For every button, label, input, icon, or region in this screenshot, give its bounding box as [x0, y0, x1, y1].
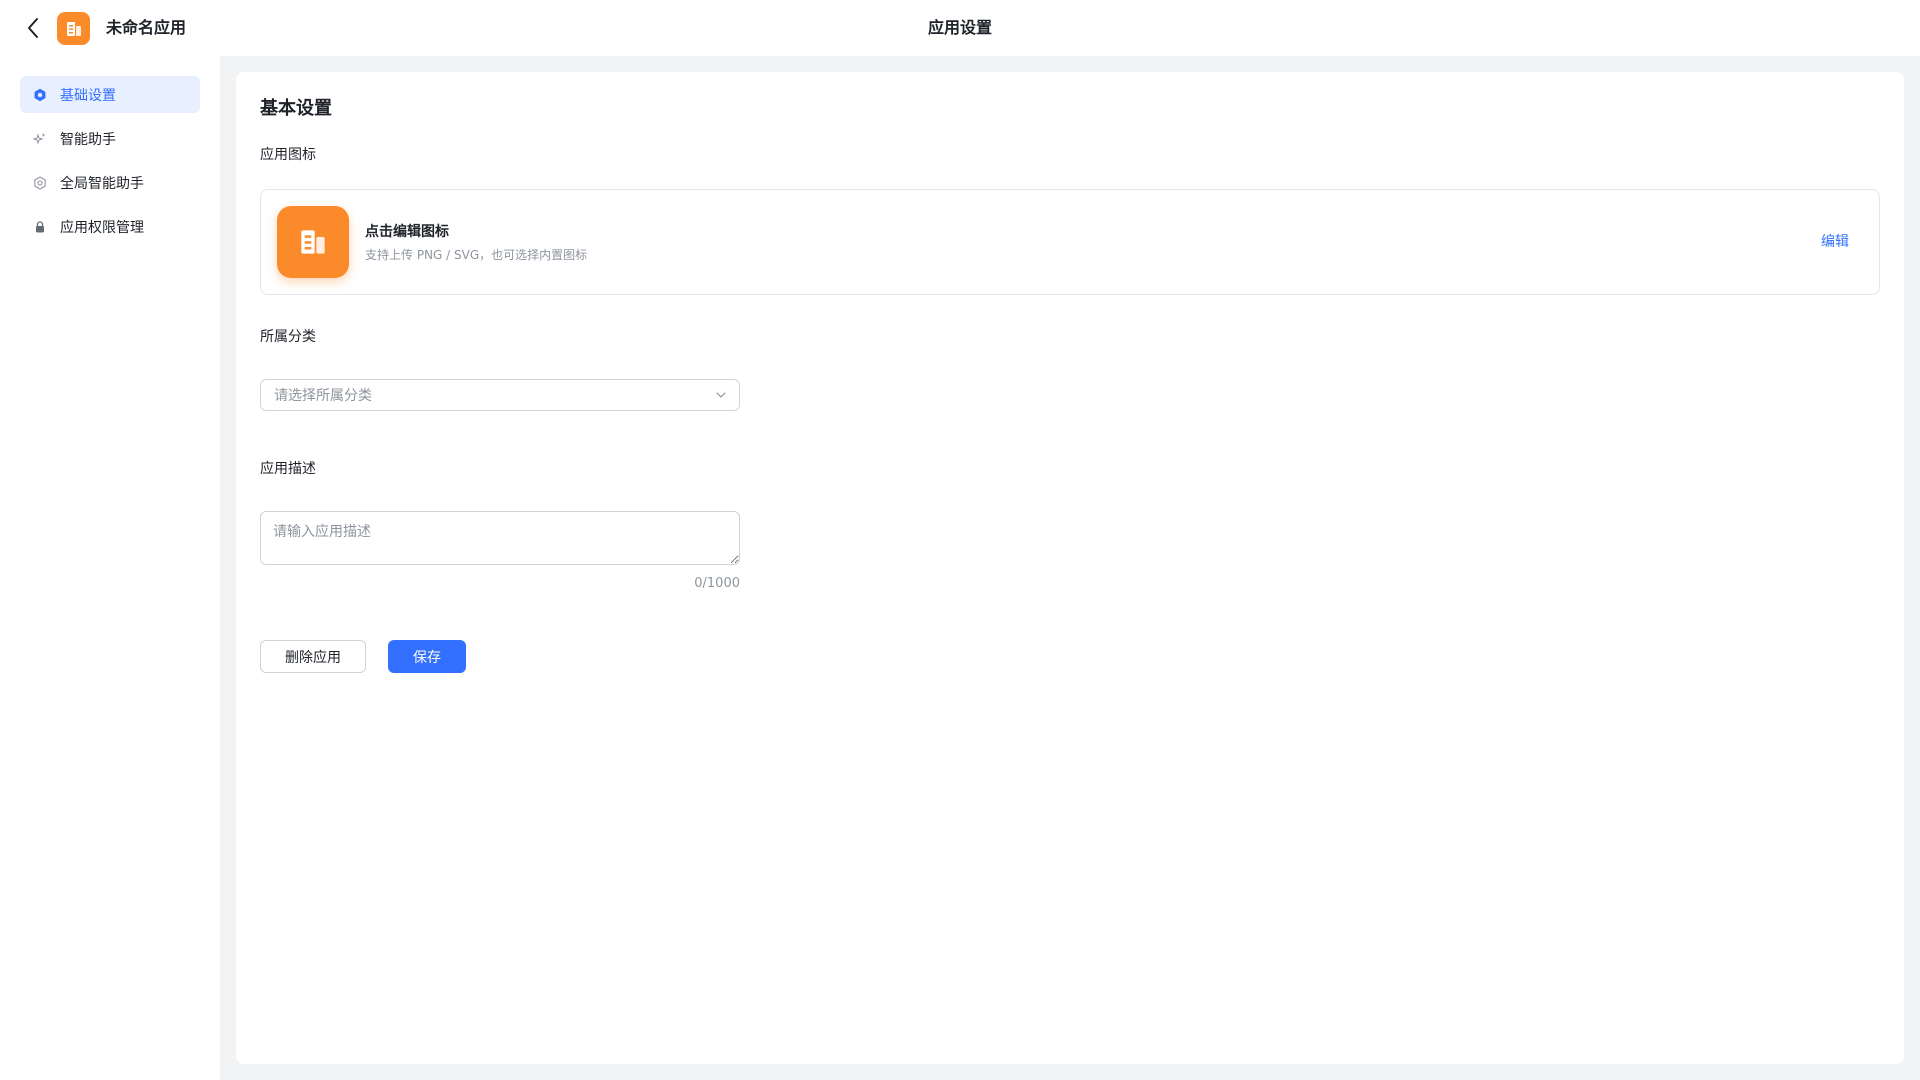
chevron-down-icon	[715, 391, 727, 399]
character-counter: 0/1000	[694, 576, 740, 591]
save-button[interactable]: 保存	[388, 640, 466, 673]
sidebar-item-label: 应用权限管理	[60, 219, 144, 236]
gear-icon	[32, 87, 48, 103]
sidebar-item-label: 全局智能助手	[60, 175, 144, 192]
app-icon-panel: 点击编辑图标 支持上传 PNG / SVG，也可选择内置图标 编辑	[260, 189, 1880, 295]
lock-icon	[32, 219, 48, 235]
sparkle-icon	[32, 131, 48, 147]
sidebar-item-label: 基础设置	[60, 87, 116, 104]
sidebar-item-permissions[interactable]: 应用权限管理	[20, 208, 200, 245]
sidebar-item-basic-settings[interactable]: 基础设置	[20, 76, 200, 113]
category-label: 所属分类	[260, 329, 316, 345]
top-bar: 未命名应用 应用设置	[0, 0, 1920, 56]
category-placeholder: 请选择所属分类	[274, 388, 372, 404]
description-textarea[interactable]	[260, 511, 740, 565]
delete-app-button[interactable]: 删除应用	[260, 640, 366, 673]
page-title: 应用设置	[927, 18, 992, 37]
sidebar-item-label: 智能助手	[60, 131, 116, 148]
building-icon	[301, 230, 325, 254]
section-title: 基本设置	[260, 98, 332, 119]
sidebar-item-global-assistant[interactable]: 全局智能助手	[20, 164, 200, 201]
gear-outline-icon	[32, 175, 48, 191]
sidebar-item-assistant[interactable]: 智能助手	[20, 120, 200, 157]
edit-icon-link[interactable]: 编辑	[1821, 232, 1849, 252]
description-label: 应用描述	[260, 461, 316, 477]
app-icon-hint: 支持上传 PNG / SVG，也可选择内置图标	[365, 248, 588, 262]
sidebar: 基础设置 智能助手 全局智能助手 应用权限管理	[0, 56, 220, 1080]
category-select[interactable]: 请选择所属分类	[260, 379, 740, 411]
app-icon-title: 点击编辑图标	[365, 224, 449, 240]
app-icon-label: 应用图标	[260, 147, 316, 163]
app-icon-preview[interactable]	[277, 206, 349, 278]
